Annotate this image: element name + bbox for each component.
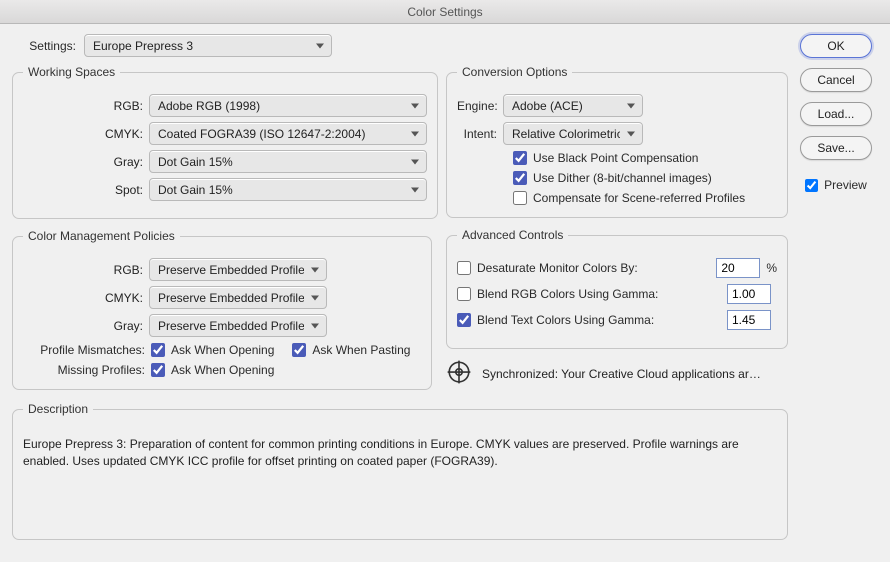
mp-ask-open-checkbox[interactable]: [151, 363, 165, 377]
ws-gray-dropdown[interactable]: Dot Gain 15%: [149, 150, 427, 173]
blend-text-label: Blend Text Colors Using Gamma:: [477, 313, 654, 327]
profile-mismatches-label: Profile Mismatches:: [23, 343, 145, 357]
conversion-group: Conversion Options Engine: Adobe (ACE) In…: [446, 65, 788, 218]
desat-input[interactable]: [716, 258, 760, 278]
ws-spot-dropdown[interactable]: Dot Gain 15%: [149, 178, 427, 201]
save-button[interactable]: Save...: [800, 136, 872, 160]
mp-ask-open-label: Ask When Opening: [171, 363, 274, 377]
desat-unit: %: [766, 261, 777, 275]
ws-gray-label: Gray:: [23, 155, 143, 169]
missing-profiles-label: Missing Profiles:: [23, 363, 145, 377]
blend-rgb-checkbox[interactable]: [457, 287, 471, 301]
pm-ask-open-label: Ask When Opening: [171, 343, 274, 357]
engine-dropdown[interactable]: Adobe (ACE): [503, 94, 643, 117]
conversion-legend: Conversion Options: [457, 65, 572, 79]
preview-checkbox[interactable]: [805, 179, 818, 192]
dialog-body: Settings: Europe Prepress 3 Working Spac…: [0, 24, 890, 562]
load-button[interactable]: Load...: [800, 102, 872, 126]
pm-ask-paste-checkbox[interactable]: [292, 343, 306, 357]
window-title: Color Settings: [0, 0, 890, 24]
dither-label: Use Dither (8-bit/channel images): [533, 171, 712, 185]
pol-gray-label: Gray:: [23, 319, 143, 333]
settings-label: Settings:: [20, 39, 76, 53]
scene-label: Compensate for Scene-referred Profiles: [533, 191, 745, 205]
ok-button[interactable]: OK: [800, 34, 872, 58]
bpc-checkbox[interactable]: [513, 151, 527, 165]
ws-rgb-dropdown[interactable]: Adobe RGB (1998): [149, 94, 427, 117]
description-group: Description Europe Prepress 3: Preparati…: [12, 402, 788, 540]
scene-checkbox[interactable]: [513, 191, 527, 205]
desat-label: Desaturate Monitor Colors By:: [477, 261, 638, 275]
ws-cmyk-label: CMYK:: [23, 127, 143, 141]
pol-rgb-label: RGB:: [23, 263, 143, 277]
intent-label: Intent:: [457, 127, 497, 141]
description-text: Europe Prepress 3: Preparation of conten…: [23, 436, 777, 471]
working-spaces-legend: Working Spaces: [23, 65, 120, 79]
pm-ask-open-checkbox[interactable]: [151, 343, 165, 357]
blend-rgb-input[interactable]: [727, 284, 771, 304]
ws-cmyk-dropdown[interactable]: Coated FOGRA39 (ISO 12647-2:2004): [149, 122, 427, 145]
advanced-group: Advanced Controls Desaturate Monitor Col…: [446, 228, 788, 349]
advanced-legend: Advanced Controls: [457, 228, 568, 242]
dither-checkbox[interactable]: [513, 171, 527, 185]
blend-text-checkbox[interactable]: [457, 313, 471, 327]
cancel-button[interactable]: Cancel: [800, 68, 872, 92]
pm-ask-paste-label: Ask When Pasting: [312, 343, 410, 357]
working-spaces-group: Working Spaces RGB: Adobe RGB (1998) CMYK…: [12, 65, 438, 219]
policies-legend: Color Management Policies: [23, 229, 180, 243]
preview-label: Preview: [824, 178, 867, 192]
engine-label: Engine:: [457, 99, 497, 113]
pol-cmyk-label: CMYK:: [23, 291, 143, 305]
settings-dropdown[interactable]: Europe Prepress 3: [84, 34, 332, 57]
policies-group: Color Management Policies RGB: Preserve E…: [12, 229, 432, 390]
blend-text-input[interactable]: [727, 310, 771, 330]
pol-gray-dropdown[interactable]: Preserve Embedded Profiles: [149, 314, 327, 337]
desat-checkbox[interactable]: [457, 261, 471, 275]
ws-spot-label: Spot:: [23, 183, 143, 197]
pol-rgb-dropdown[interactable]: Preserve Embedded Profiles: [149, 258, 327, 281]
bpc-label: Use Black Point Compensation: [533, 151, 698, 165]
pol-cmyk-dropdown[interactable]: Preserve Embedded Profiles: [149, 286, 327, 309]
ws-rgb-label: RGB:: [23, 99, 143, 113]
description-legend: Description: [23, 402, 93, 416]
intent-dropdown[interactable]: Relative Colorimetric: [503, 122, 643, 145]
blend-rgb-label: Blend RGB Colors Using Gamma:: [477, 287, 658, 301]
sync-text: Synchronized: Your Creative Cloud applic…: [482, 367, 761, 381]
sync-icon: [446, 359, 472, 388]
